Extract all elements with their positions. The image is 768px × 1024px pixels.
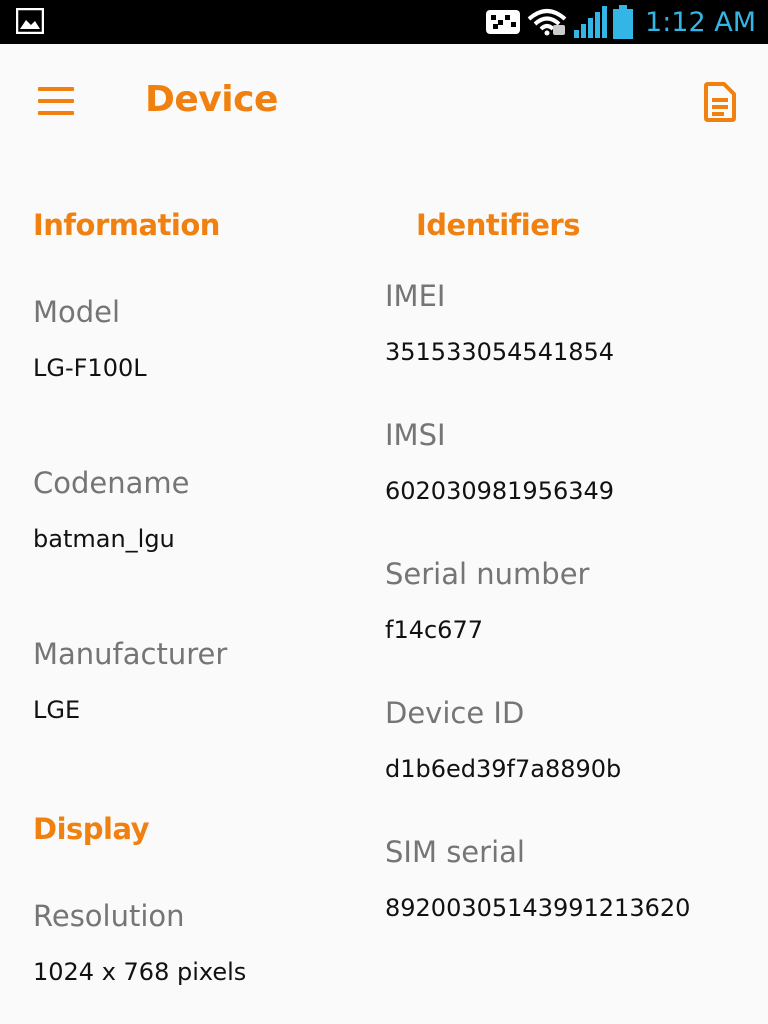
label-imei: IMEI xyxy=(385,279,446,313)
page-title: Device xyxy=(145,79,278,120)
value-serial-number: f14c677 xyxy=(385,616,483,644)
signal-icon xyxy=(574,6,608,38)
label-resolution: Resolution xyxy=(33,899,185,933)
hamburger-menu-icon[interactable] xyxy=(24,74,88,130)
gallery-icon xyxy=(16,8,44,34)
app-bar: Device xyxy=(0,44,768,160)
accessibility-icon xyxy=(486,10,521,34)
value-device-id: d1b6ed39f7a8890b xyxy=(385,755,622,783)
section-header-identifiers: Identifiers xyxy=(416,208,580,242)
value-manufacturer: LGE xyxy=(33,696,81,724)
label-serial-number: Serial number xyxy=(385,557,590,591)
wifi-icon xyxy=(527,9,567,36)
value-resolution: 1024 x 768 pixels xyxy=(33,958,247,986)
label-sim-serial: SIM serial xyxy=(385,835,525,869)
value-sim-serial: 89200305143991213620 xyxy=(385,894,691,922)
value-model: LG-F100L xyxy=(33,354,147,382)
value-codename: batman_lgu xyxy=(33,525,175,553)
label-manufacturer: Manufacturer xyxy=(33,637,228,671)
label-imsi: IMSI xyxy=(385,418,446,452)
section-header-information: Information xyxy=(33,208,220,242)
status-bar: 1:12 AM xyxy=(0,0,768,44)
label-codename: Codename xyxy=(33,466,190,500)
section-header-display: Display xyxy=(33,812,150,846)
status-icons: 1:12 AM xyxy=(485,0,756,44)
battery-icon xyxy=(613,5,634,39)
document-icon[interactable] xyxy=(696,78,744,126)
value-imsi: 602030981956349 xyxy=(385,477,615,505)
label-device-id: Device ID xyxy=(385,696,525,730)
status-time: 1:12 AM xyxy=(645,6,756,38)
label-model: Model xyxy=(33,295,121,329)
value-imei: 351533054541854 xyxy=(385,338,615,366)
